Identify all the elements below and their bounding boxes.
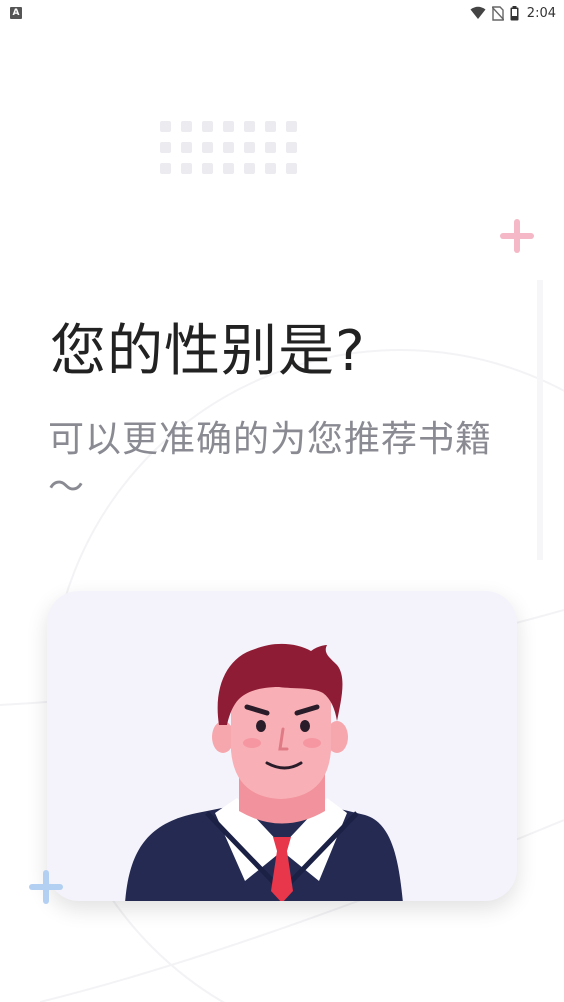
page-subtitle: 可以更准确的为您推荐书籍～: [48, 419, 493, 508]
status-bar: A 2:04: [0, 0, 564, 26]
wifi-icon: [470, 6, 486, 19]
page-title: 您的性别是?: [50, 319, 366, 384]
a-icon: A: [10, 7, 22, 19]
status-time: 2:04: [526, 5, 556, 21]
male-option-card[interactable]: [47, 591, 517, 901]
battery-icon: [510, 5, 519, 20]
no-sim-icon: [491, 5, 504, 21]
dot-grid-decoration: [160, 121, 305, 181]
pink-plus-icon: [500, 219, 534, 253]
male-avatar-illustration: [125, 643, 403, 901]
